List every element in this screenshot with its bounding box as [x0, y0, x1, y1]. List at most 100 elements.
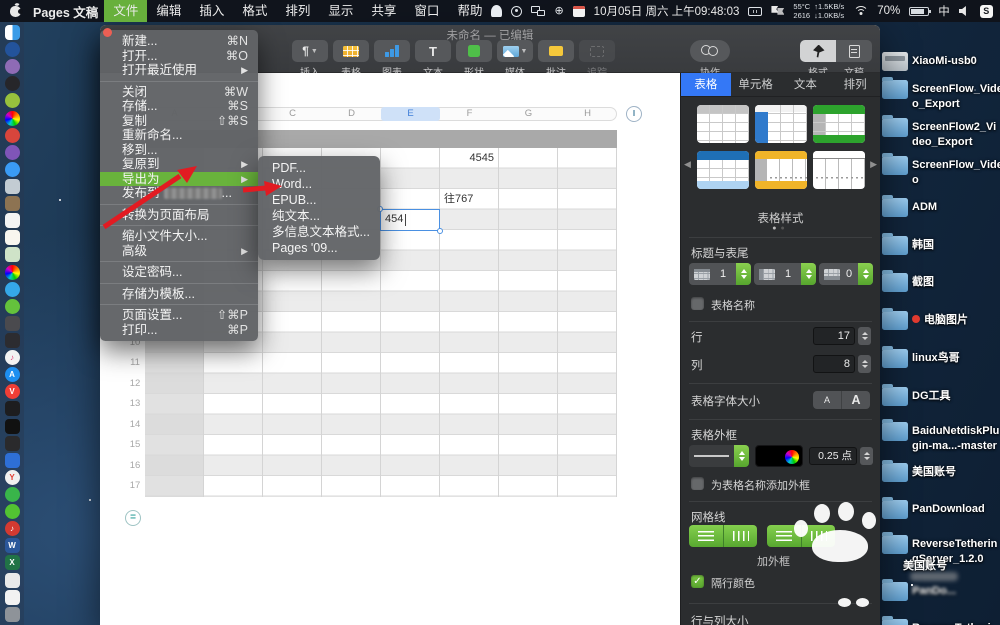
- input-method-indicator[interactable]: 中: [938, 3, 950, 19]
- desktop-icon-label[interactable]: 电脑图片: [912, 313, 968, 328]
- columns-stepper[interactable]: [858, 355, 871, 373]
- vertical-gridlines-button[interactable]: [723, 525, 757, 547]
- column-header-H[interactable]: H: [558, 107, 617, 121]
- table-style-thumbnail-2[interactable]: [813, 105, 865, 143]
- steering-wheel-icon[interactable]: [511, 6, 522, 17]
- file-menu-item-10[interactable]: 导出为▶: [100, 172, 258, 187]
- folder-icon[interactable]: [882, 236, 908, 255]
- desktop-icon-label[interactable]: ReverseTetheri: [912, 621, 991, 625]
- globe-icon[interactable]: ⊕: [554, 6, 563, 17]
- font-smaller-button[interactable]: A: [813, 391, 842, 409]
- dock-item-app-black-camera[interactable]: [5, 76, 20, 91]
- app-menu-title[interactable]: Pages 文稿: [33, 2, 98, 21]
- table-style-thumbnail-4[interactable]: [755, 151, 807, 189]
- dock-item-app-green-circle[interactable]: [5, 299, 20, 314]
- desktop-icon-label[interactable]: 截图: [912, 275, 934, 290]
- panel-tab-0[interactable]: 表格: [681, 73, 731, 96]
- folder-icon[interactable]: [882, 311, 908, 330]
- dock-item-yandex[interactable]: Y: [5, 470, 20, 485]
- folder-icon[interactable]: [882, 349, 908, 368]
- columns-count-field[interactable]: 8: [813, 355, 855, 373]
- panel-tab-3[interactable]: 排列: [830, 73, 880, 96]
- column-header-G[interactable]: G: [499, 107, 558, 121]
- export-submenu-item-4[interactable]: 多信息文本格式...: [258, 224, 380, 240]
- dock-item-app-purple-floppy[interactable]: [5, 145, 20, 160]
- export-submenu-item-3[interactable]: 纯文本...: [258, 208, 380, 224]
- desktop-icon-label[interactable]: o_Export: [912, 97, 960, 112]
- desktop-icon-label[interactable]: gin-ma...-master: [912, 439, 997, 454]
- battery-icon[interactable]: [909, 7, 929, 16]
- file-menu-item-0[interactable]: 新建...⌘N: [100, 34, 258, 49]
- line-style-stepper[interactable]: [734, 445, 749, 467]
- green-stepper-control[interactable]: [801, 263, 816, 285]
- file-menu-item-11[interactable]: 发布到...: [100, 186, 258, 201]
- dock-item-word[interactable]: W: [5, 538, 20, 553]
- row-number-15[interactable]: 15: [125, 435, 145, 456]
- dock-item-vpn-app[interactable]: [5, 453, 20, 468]
- add-row-handle[interactable]: =: [125, 510, 141, 526]
- dock-item-terminal-2[interactable]: [5, 419, 20, 434]
- desktop-icon-label[interactable]: deo_Export: [912, 135, 973, 150]
- file-menu-item-16[interactable]: 高级▶: [100, 244, 258, 259]
- dock-item-airplay-display[interactable]: [5, 333, 20, 348]
- dock-item-notes[interactable]: [5, 230, 20, 245]
- folder-icon[interactable]: [882, 500, 908, 519]
- dock-item-app-red-date[interactable]: [5, 128, 20, 143]
- desktop-icon-label[interactable]: 韩国: [912, 238, 934, 253]
- dock-item-app-green-doc[interactable]: [5, 247, 20, 262]
- table-style-thumbnail-5[interactable]: [813, 151, 865, 189]
- desktop-icon-label[interactable]: PanDownload: [912, 502, 985, 517]
- file-menu-item-6[interactable]: 复制⇧⌘S: [100, 114, 258, 129]
- folder-icon[interactable]: [882, 422, 908, 441]
- column-header-C[interactable]: C: [263, 107, 322, 121]
- folder-icon[interactable]: [882, 198, 908, 217]
- font-larger-button[interactable]: A: [842, 391, 870, 409]
- dock-item-finder[interactable]: [5, 25, 20, 40]
- folder-icon[interactable]: [882, 619, 908, 625]
- table-name-checkbox[interactable]: [691, 297, 704, 310]
- menubar-menu-0[interactable]: 文件: [104, 0, 147, 22]
- dock-item-app-green-camera[interactable]: [5, 487, 20, 502]
- outline-width-stepper[interactable]: [860, 447, 873, 465]
- desktop-icon-label[interactable]: ScreenFlow_Vide: [912, 82, 1000, 97]
- desktop-icon-label[interactable]: XiaoMi-usb0: [912, 54, 977, 69]
- selection-handle[interactable]: [437, 228, 443, 234]
- file-menu-item-13[interactable]: 转换为页面布局: [100, 208, 258, 223]
- row-number-17[interactable]: 17: [125, 476, 145, 497]
- dock-item-color-circle[interactable]: [5, 265, 20, 280]
- menubar-menu-3[interactable]: 格式: [233, 0, 276, 22]
- desktop-icon-label[interactable]: ScreenFlow2_Vi: [912, 120, 996, 135]
- alternating-color-checkbox[interactable]: [691, 575, 704, 588]
- menubar-menu-4[interactable]: 排列: [276, 0, 319, 22]
- folder-icon[interactable]: [882, 387, 908, 406]
- row-number-12[interactable]: 12: [125, 374, 145, 395]
- calendar-icon[interactable]: [573, 6, 585, 17]
- speaker-icon[interactable]: [959, 6, 971, 17]
- green-stepper-control[interactable]: [858, 263, 873, 285]
- format-toggle-button[interactable]: [800, 40, 836, 62]
- folder-icon[interactable]: [882, 80, 908, 99]
- export-submenu-item-5[interactable]: Pages '09...: [258, 240, 380, 256]
- file-menu-item-1[interactable]: 打开...⌘O: [100, 49, 258, 64]
- outer-vertical-gridlines-button[interactable]: [801, 525, 835, 547]
- file-menu-item-15[interactable]: 缩小文件大小...: [100, 229, 258, 244]
- outline-table-name-checkbox[interactable]: [691, 477, 704, 490]
- selected-cell[interactable]: 454: [380, 209, 440, 231]
- dock-item-android-tool[interactable]: [5, 93, 20, 108]
- dock-item-vivaldi[interactable]: V: [5, 384, 20, 399]
- dock-item-color-wheel[interactable]: [5, 111, 20, 126]
- screenshot-app-icon[interactable]: S: [980, 5, 993, 18]
- file-menu-item-22[interactable]: 页面设置...⇧⌘P: [100, 308, 258, 323]
- column-header-E[interactable]: E: [381, 107, 440, 121]
- panel-tab-1[interactable]: 单元格: [731, 73, 781, 96]
- folder-icon[interactable]: [882, 463, 908, 482]
- dock-item-app-blue-globe[interactable]: [5, 42, 20, 57]
- desktop-icon-label[interactable]: DG工具: [912, 389, 951, 404]
- flags-icon[interactable]: [771, 6, 784, 17]
- color-wheel-icon[interactable]: [785, 450, 799, 464]
- stepper-header-rows[interactable]: 1: [689, 263, 751, 285]
- export-submenu-item-2[interactable]: EPUB...: [258, 192, 380, 208]
- desktop-icon-label[interactable]: linux鸟哥: [912, 351, 960, 366]
- file-menu-item-5[interactable]: 存储...⌘S: [100, 99, 258, 114]
- folder-icon[interactable]: [882, 156, 908, 175]
